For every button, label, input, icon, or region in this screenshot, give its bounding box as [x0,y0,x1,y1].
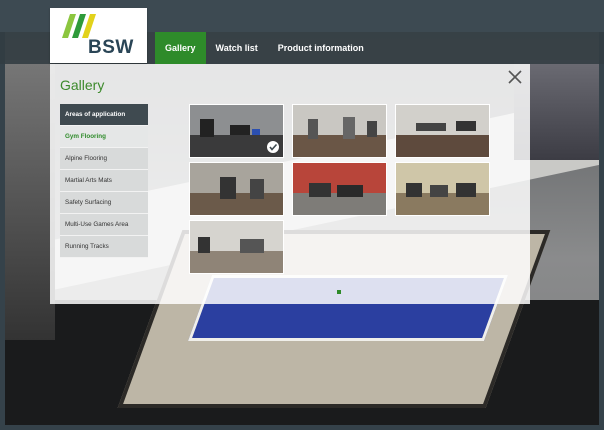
main-nav: Gallery Watch list Product information [155,32,374,64]
nav-gallery[interactable]: Gallery [155,32,206,64]
gallery-thumbnail[interactable] [189,104,284,158]
selected-check-icon [267,141,279,153]
sidebar-item-running-tracks[interactable]: Running Tracks [60,236,148,258]
pagination-dot[interactable] [337,290,341,294]
sidebar-item-gym-flooring[interactable]: Gym Flooring [60,126,148,148]
sidebar-header: Areas of application [60,104,148,126]
nav-product-information[interactable]: Product information [268,32,374,64]
gallery-thumbnail[interactable] [395,162,490,216]
logo-text: BSW [88,37,134,58]
gallery-modal: Gallery Areas of application Gym Floorin… [50,64,530,304]
close-icon[interactable] [506,68,524,86]
sidebar-item-alpine-flooring[interactable]: Alpine Flooring [60,148,148,170]
sidebar-item-martial-arts-mats[interactable]: Martial Arts Mats [60,170,148,192]
gallery-thumbnail[interactable] [292,104,387,158]
gallery-thumbnail[interactable] [292,162,387,216]
sidebar-item-safety-surfacing[interactable]: Safety Surfacing [60,192,148,214]
modal-title: Gallery [60,77,105,93]
gallery-thumbnail[interactable] [189,162,284,216]
sidebar-menu: Areas of application Gym Flooring Alpine… [60,104,148,258]
gallery-thumbnail[interactable] [395,104,490,158]
nav-watch-list[interactable]: Watch list [206,32,268,64]
gallery-thumbnail[interactable] [189,220,284,274]
bsw-logo[interactable]: BSW [50,8,147,63]
sidebar-item-multi-use-games-area[interactable]: Multi-Use Games Area [60,214,148,236]
